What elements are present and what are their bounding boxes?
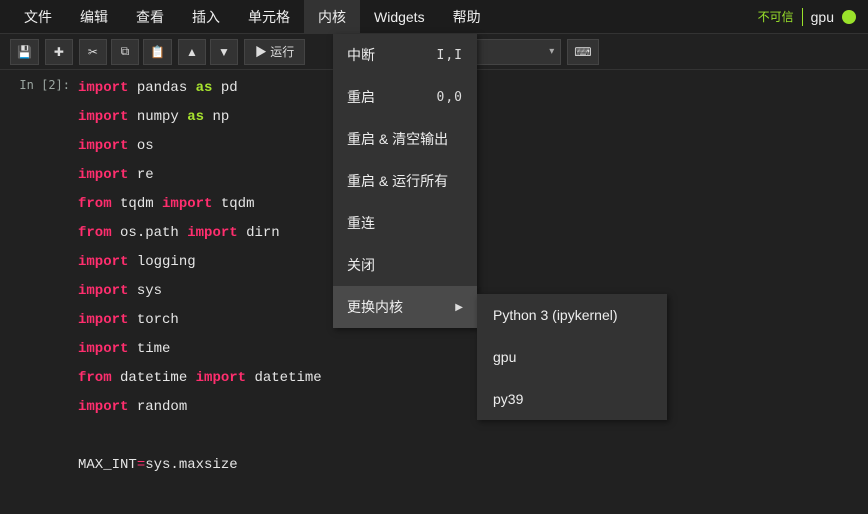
- divider: [802, 8, 803, 26]
- paste-button[interactable]: 📋: [143, 39, 172, 65]
- code-line: [78, 422, 868, 451]
- kernel-option[interactable]: Python 3 (ipykernel): [477, 294, 667, 336]
- change-kernel-submenu: Python 3 (ipykernel)gpupy39: [477, 294, 667, 420]
- chevron-right-icon: ▶: [455, 302, 463, 313]
- cut-button[interactable]: ✂: [79, 39, 107, 65]
- add-cell-button[interactable]: ✚: [45, 39, 73, 65]
- kernel-menu-item[interactable]: 重启 & 清空输出: [333, 118, 477, 160]
- input-prompt: In [2]:: [0, 72, 78, 480]
- move-up-button[interactable]: ▲: [178, 39, 206, 65]
- menu-item-查看[interactable]: 查看: [122, 0, 178, 34]
- kernel-menu-item[interactable]: 更换内核 ▶: [333, 286, 477, 328]
- save-button[interactable]: 💾: [10, 39, 39, 65]
- kernel-option[interactable]: gpu: [477, 336, 667, 378]
- menu-item-shortcut: I,I: [437, 48, 463, 63]
- menu-item-编辑[interactable]: 编辑: [66, 0, 122, 34]
- chevron-down-icon: ▾: [549, 46, 554, 57]
- copy-button[interactable]: ⧉: [111, 39, 139, 65]
- code-line: import random: [78, 393, 868, 422]
- menu-item-插入[interactable]: 插入: [178, 0, 234, 34]
- move-down-button[interactable]: ▼: [210, 39, 238, 65]
- menu-item-label: 重连: [347, 213, 375, 233]
- menu-item-label: 重启 & 运行所有: [347, 171, 448, 191]
- menu-item-单元格[interactable]: 单元格: [234, 0, 304, 34]
- menu-item-label: 重启 & 清空输出: [347, 129, 448, 149]
- clipboard-group: ✂ ⧉ 📋: [79, 39, 172, 65]
- menu-item-shortcut: 0,0: [437, 90, 463, 105]
- code-line: from datetime import datetime: [78, 364, 868, 393]
- menu-item-label: 重启: [347, 87, 375, 107]
- menu-item-label: 关闭: [347, 255, 375, 275]
- move-group: ▲ ▼: [178, 39, 238, 65]
- kernel-status-icon[interactable]: [842, 10, 856, 24]
- trust-indicator[interactable]: 不可信: [758, 8, 794, 25]
- code-line: import time: [78, 335, 868, 364]
- menu-item-帮助[interactable]: 帮助: [439, 0, 495, 34]
- kernel-menu-item[interactable]: 重启 & 运行所有: [333, 160, 477, 202]
- command-palette-button[interactable]: ⌨: [567, 39, 598, 65]
- kernel-menu-dropdown: 中断 I,I 重启 0,0 重启 & 清空输出重启 & 运行所有重连关闭更换内核 ▶: [333, 34, 477, 328]
- kernel-menu-item[interactable]: 中断 I,I: [333, 34, 477, 76]
- menu-item-label: 更换内核: [347, 297, 403, 317]
- kernel-menu-item[interactable]: 重启 0,0: [333, 76, 477, 118]
- menu-item-内核[interactable]: 内核: [304, 0, 360, 34]
- kernel-menu-item[interactable]: 关闭: [333, 244, 477, 286]
- menubar: 文件编辑查看插入单元格内核Widgets帮助 不可信 gpu: [0, 0, 868, 34]
- code-line: MAX_INT=sys.maxsize: [78, 451, 868, 480]
- menu-item-label: 中断: [347, 45, 375, 65]
- run-button[interactable]: ▶ 运行: [244, 39, 305, 65]
- menu-item-Widgets[interactable]: Widgets: [360, 0, 439, 34]
- menu-item-文件[interactable]: 文件: [10, 0, 66, 34]
- menubar-right: 不可信 gpu: [758, 8, 868, 26]
- kernel-menu-item[interactable]: 重连: [333, 202, 477, 244]
- kernel-option[interactable]: py39: [477, 378, 667, 420]
- kernel-name[interactable]: gpu: [811, 9, 834, 25]
